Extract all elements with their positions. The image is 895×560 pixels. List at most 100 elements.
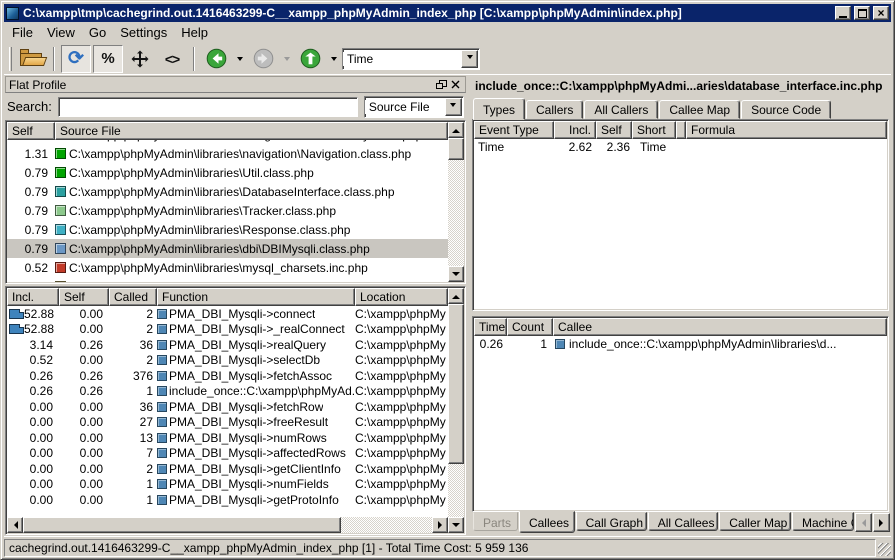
scroll-up-button[interactable] [448, 122, 464, 138]
maximize-button[interactable] [854, 6, 870, 20]
column-header-self[interactable]: Self [596, 121, 632, 139]
tab-callees[interactable]: Callees [519, 511, 575, 533]
function-row[interactable]: 52.88 0.00 2 PMA_DBI_Mysqli->connect C:\… [7, 306, 448, 322]
tab-callee-map[interactable]: Callee Map [659, 100, 740, 119]
column-header-blank[interactable] [676, 121, 686, 139]
callee-row[interactable]: 0.26 1 include_once::C:\xampp\phpMyAdmin… [474, 336, 887, 352]
source-file-row[interactable]: 0.79 C:\xampp\phpMyAdmin\libraries\Util.… [7, 163, 448, 182]
function-row[interactable]: 0.00 0.00 2 PMA_DBI_Mysqli->getClientInf… [7, 461, 448, 477]
scroll-right-button[interactable] [432, 517, 448, 533]
title-bar[interactable]: C:\xampp\tmp\cachegrind.out.1416463299-C… [4, 4, 891, 22]
menu-go[interactable]: Go [83, 23, 112, 42]
tab-caller-map[interactable]: Caller Map [719, 512, 791, 531]
source-file-row[interactable]: 0.79 C:\xampp\phpMyAdmin\libraries\Track… [7, 201, 448, 220]
tab-all-callees[interactable]: All Callees [648, 512, 719, 531]
cycle-detection-button[interactable]: <> [157, 45, 187, 73]
tab-call-graph[interactable]: Call Graph [576, 512, 647, 531]
tab-callers[interactable]: Callers [526, 100, 583, 119]
tab-scroll-right-button[interactable] [873, 513, 890, 532]
back-dropdown-button[interactable] [233, 45, 246, 73]
tab-source-code[interactable]: Source Code [741, 100, 831, 119]
combo-dropdown-button[interactable] [461, 50, 478, 68]
incl-cost: 0.00 [24, 462, 59, 476]
tab-parts[interactable]: Parts [473, 512, 518, 531]
column-header-incl[interactable]: Incl. [7, 288, 59, 306]
scrollbar-thumb[interactable] [23, 517, 341, 533]
source-file-row[interactable]: 0.79 C:\xampp\phpMyAdmin\libraries\Respo… [7, 220, 448, 239]
menu-file[interactable]: File [6, 23, 39, 42]
dock-float-button[interactable] [434, 78, 448, 91]
menu-settings[interactable]: Settings [114, 23, 173, 42]
dock-close-button[interactable] [448, 78, 462, 91]
function-row[interactable]: 0.52 0.00 2 PMA_DBI_Mysqli->selectDb C:\… [7, 353, 448, 369]
tab-scroll-left-button[interactable] [855, 513, 872, 532]
function-row[interactable]: 0.00 0.00 36 PMA_DBI_Mysqli->fetchRow C:… [7, 399, 448, 415]
menu-view[interactable]: View [41, 23, 81, 42]
expand-all-areas-button[interactable] [125, 45, 155, 73]
up-button[interactable] [295, 45, 325, 73]
function-row[interactable]: 0.00 0.00 1 PMA_DBI_Mysqli->numFields C:… [7, 477, 448, 493]
tab-all-callers[interactable]: All Callers [584, 100, 658, 119]
function-table-horizontal-scrollbar[interactable] [7, 517, 448, 533]
scroll-up-button[interactable] [448, 288, 464, 304]
function-row[interactable]: 52.88 0.00 2 PMA_DBI_Mysqli->_realConnec… [7, 322, 448, 338]
forward-button[interactable] [248, 45, 278, 73]
open-file-button[interactable] [17, 45, 47, 73]
source-file-row[interactable]: 1.31 C:\xampp\phpMyAdmin\libraries\navig… [7, 144, 448, 163]
search-input[interactable] [58, 97, 358, 117]
combo-dropdown-button[interactable] [445, 98, 462, 116]
minimize-button[interactable] [835, 6, 851, 20]
function-row[interactable]: 3.14 0.26 36 PMA_DBI_Mysqli->realQuery C… [7, 337, 448, 353]
column-header-self[interactable]: Self [59, 288, 109, 306]
column-header-callee[interactable]: Callee [553, 318, 887, 336]
function-row[interactable]: 0.00 0.00 1 PMA_DBI_Mysqli->getProtoInfo… [7, 492, 448, 508]
self-cost: 0.00 [59, 446, 109, 460]
self-cost: 0.00 [59, 477, 109, 491]
back-button[interactable] [201, 45, 231, 73]
column-header-event-type[interactable]: Event Type [474, 121, 554, 139]
column-header-function[interactable]: Function [157, 288, 355, 306]
column-header-location[interactable]: Location [355, 288, 448, 306]
scroll-down-button[interactable] [448, 266, 464, 282]
forward-dropdown-button[interactable] [280, 45, 293, 73]
maximize-icon [858, 9, 867, 18]
source-list-vertical-scrollbar[interactable] [448, 122, 464, 282]
column-header-time[interactable]: Time [474, 318, 507, 336]
column-header-formula[interactable]: Formula [686, 121, 887, 139]
scroll-left-button[interactable] [7, 517, 23, 533]
menu-help[interactable]: Help [175, 23, 214, 42]
up-dropdown-button[interactable] [327, 45, 340, 73]
relative-percent-button[interactable]: % [93, 45, 123, 73]
event-type-combobox[interactable]: Time [342, 48, 480, 70]
close-button[interactable]: × [873, 6, 889, 20]
source-file-row[interactable]: 0.79 C:\xampp\phpMyAdmin\libraries\dbi\D… [7, 239, 448, 258]
scrollbar-thumb[interactable] [448, 138, 464, 160]
tab-machine-code[interactable]: Machine Code [792, 512, 854, 531]
function-row[interactable]: 0.00 0.00 27 PMA_DBI_Mysqli->freeResult … [7, 415, 448, 431]
scrollbar-thumb[interactable] [448, 304, 464, 464]
function-row[interactable]: 0.00 0.00 7 PMA_DBI_Mysqli->affectedRows… [7, 446, 448, 462]
column-header-short[interactable]: Short [632, 121, 676, 139]
reload-button[interactable]: ⟳ [61, 45, 91, 73]
function-table-vertical-scrollbar[interactable] [448, 288, 464, 533]
tab-types[interactable]: Types [473, 98, 525, 120]
scroll-down-button[interactable] [448, 517, 464, 533]
source-file-row[interactable]: 0.79 C:\xampp\phpMyAdmin\libraries\Datab… [7, 182, 448, 201]
column-header-called[interactable]: Called [109, 288, 157, 306]
incl-cost: 0.00 [24, 431, 59, 445]
column-header-incl[interactable]: Incl. [554, 121, 596, 139]
grouping-combobox[interactable]: Source File [364, 96, 464, 118]
column-header-self[interactable]: Self [7, 122, 55, 140]
toolbar-handle[interactable] [9, 47, 12, 71]
dock-title-bar[interactable]: Flat Profile [5, 76, 466, 93]
source-file-row[interactable]: 0.52 C:\xampp\phpMyAdmin\libraries\mysql… [7, 258, 448, 277]
function-row[interactable]: 0.26 0.26 376 PMA_DBI_Mysqli->fetchAssoc… [7, 368, 448, 384]
resize-grip[interactable] [878, 543, 891, 556]
column-header-count[interactable]: Count [507, 318, 553, 336]
function-icon [157, 433, 167, 443]
column-header-source-file[interactable]: Source File [55, 122, 448, 140]
event-type-row[interactable]: Time 2.62 2.36 Time [474, 139, 887, 155]
source-file-row[interactable]: 0.52 C:\xampp\phpMyAdmin\libraries\user_… [7, 277, 448, 282]
function-row[interactable]: 0.00 0.00 13 PMA_DBI_Mysqli->numRows C:\… [7, 430, 448, 446]
function-row[interactable]: 0.26 0.26 1 include_once::C:\xampp\phpMy… [7, 384, 448, 400]
